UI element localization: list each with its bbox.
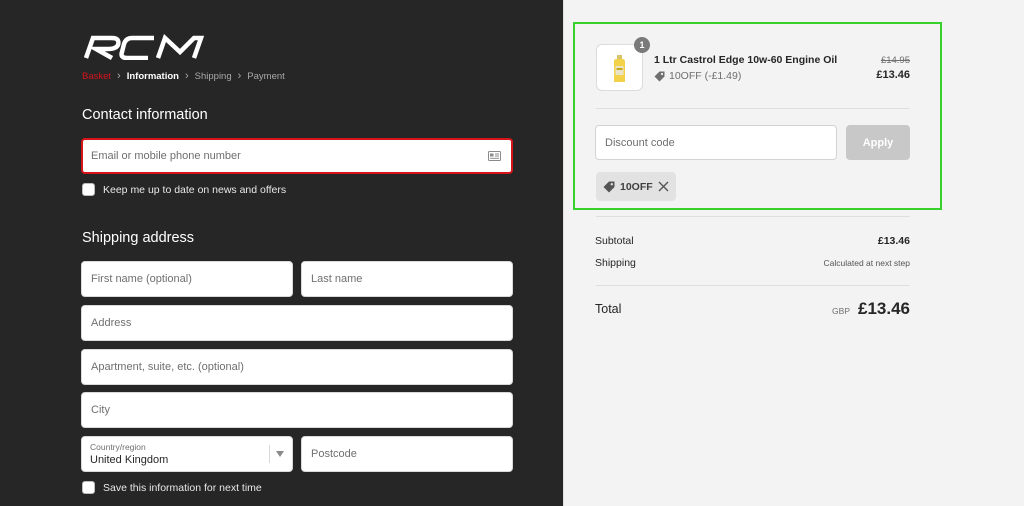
divider — [596, 216, 910, 217]
chevron-right-icon: › — [237, 70, 242, 82]
breadcrumb-information: Information — [126, 71, 179, 82]
select-divider — [269, 445, 270, 463]
country-label: Country/region — [90, 442, 146, 452]
save-info-checkbox[interactable] — [82, 481, 95, 494]
postcode-field[interactable]: Postcode — [301, 436, 513, 472]
first-name-placeholder: First name (optional) — [91, 273, 192, 285]
total-label: Total — [595, 302, 622, 316]
email-placeholder: Email or mobile phone number — [91, 150, 241, 162]
currency-code: GBP — [832, 306, 850, 316]
newsletter-option: Keep me up to date on news and offers — [82, 183, 286, 196]
breadcrumb-shipping: Shipping — [194, 71, 232, 82]
total-value: £13.46 — [858, 299, 910, 318]
city-placeholder: City — [91, 404, 110, 416]
last-name-field[interactable]: Last name — [301, 261, 513, 297]
address-placeholder: Address — [91, 317, 132, 329]
divider — [596, 285, 910, 286]
email-field[interactable]: Email or mobile phone number — [81, 138, 513, 174]
newsletter-label: Keep me up to date on news and offers — [103, 183, 287, 196]
save-info-label: Save this information for next time — [103, 481, 262, 494]
chevron-down-icon — [276, 451, 284, 457]
shipping-address-heading: Shipping address — [82, 230, 195, 246]
apartment-placeholder: Apartment, suite, etc. (optional) — [91, 361, 244, 373]
breadcrumb-basket[interactable]: Basket — [82, 71, 111, 82]
postcode-placeholder: Postcode — [311, 448, 357, 460]
city-field[interactable]: City — [81, 392, 513, 428]
contact-card-icon — [488, 151, 501, 161]
checkout-form-panel: Basket › Information › Shipping › Paymen… — [0, 0, 563, 506]
newsletter-checkbox[interactable] — [82, 183, 95, 196]
save-info-option: Save this information for next time — [82, 481, 262, 494]
subtotal-value: £13.46 — [877, 235, 910, 247]
first-name-field[interactable]: First name (optional) — [81, 261, 293, 297]
shipping-label: Shipping — [595, 257, 636, 269]
apartment-field[interactable]: Apartment, suite, etc. (optional) — [81, 349, 513, 385]
breadcrumb-payment: Payment — [247, 71, 285, 82]
country-select[interactable]: Country/region United Kingdom — [81, 436, 293, 472]
last-name-placeholder: Last name — [311, 273, 363, 285]
highlight-box — [573, 22, 942, 210]
contact-information-heading: Contact information — [82, 107, 208, 123]
country-value: United Kingdom — [90, 454, 169, 466]
rcm-logo[interactable] — [82, 34, 204, 60]
subtotal-label: Subtotal — [595, 235, 634, 247]
total-amount: GBP £13.46 — [832, 299, 910, 319]
address-field[interactable]: Address — [81, 305, 513, 341]
breadcrumb: Basket › Information › Shipping › Paymen… — [82, 70, 285, 83]
chevron-right-icon: › — [184, 70, 189, 82]
chevron-right-icon: › — [117, 70, 121, 82]
shipping-value: Calculated at next step — [823, 258, 910, 268]
